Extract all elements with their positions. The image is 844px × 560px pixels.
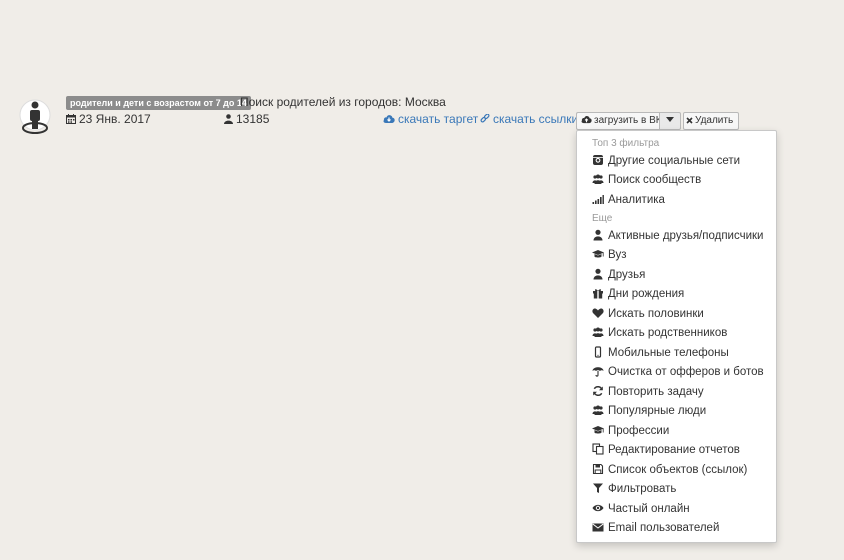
- menu-item-label: Email пользователей: [608, 522, 720, 534]
- umbrella-icon: [592, 365, 604, 377]
- upload-dropdown-menu: Топ 3 фильтра Другие социальные сети Пои…: [576, 130, 777, 543]
- task-count: 13185: [224, 112, 269, 127]
- dropdown-header-more: Еще: [592, 213, 613, 224]
- menu-item-label: Аналитика: [608, 194, 665, 206]
- filter-icon: [592, 482, 604, 494]
- menu-item-label: Очистка от офферов и ботов: [608, 366, 764, 378]
- menu-item-friends[interactable]: Друзья: [592, 266, 774, 285]
- users-icon: [592, 404, 604, 416]
- menu-item-label: Профессии: [608, 425, 670, 437]
- users-icon: [592, 326, 604, 338]
- heart-icon: [592, 307, 604, 319]
- menu-item-frequent-online[interactable]: Частый онлайн: [592, 500, 774, 519]
- task-date-value: 23 Янв. 2017: [79, 112, 151, 126]
- download-target-link[interactable]: скачать таргет: [383, 112, 478, 127]
- menu-item-university[interactable]: Вуз: [592, 246, 774, 265]
- menu-item-label: Вуз: [608, 249, 627, 261]
- floppy-disk-icon: [592, 463, 604, 475]
- instagram-icon: [592, 154, 604, 166]
- menu-item-filter[interactable]: Фильтровать: [592, 480, 774, 499]
- graduation-cap-icon: [592, 248, 604, 260]
- download-links-link[interactable]: скачать ссылки: [480, 112, 578, 127]
- menu-item-mobile-phones[interactable]: Мобильные телефоны: [592, 344, 774, 363]
- menu-item-repeat-task[interactable]: Повторить задачу: [592, 383, 774, 402]
- menu-item-label: Редактирование отчетов: [608, 444, 740, 456]
- upload-to-vk-button[interactable]: загрузить в ВК: [576, 112, 663, 130]
- menu-item-label: Искать родственников: [608, 327, 728, 339]
- graduation-cap-icon: [592, 424, 604, 436]
- menu-item-label: Активные друзья/подписчики: [608, 230, 764, 242]
- menu-item-other-social[interactable]: Другие социальные сети: [592, 152, 774, 171]
- delete-button[interactable]: Удалить: [683, 112, 739, 130]
- caret-down-icon: [666, 115, 674, 126]
- eye-icon: [592, 502, 604, 514]
- mobile-phone-icon: [592, 346, 604, 358]
- menu-item-professions[interactable]: Профессии: [592, 422, 774, 441]
- menu-item-analytics[interactable]: Аналитика: [592, 191, 774, 210]
- menu-item-label: Повторить задачу: [608, 386, 704, 398]
- segment-badge: родители и дети с возрастом от 7 до 14: [66, 96, 251, 110]
- menu-item-label: Дни рождения: [608, 288, 685, 300]
- menu-item-community-search[interactable]: Поиск сообществ: [592, 171, 774, 190]
- link-icon: [480, 113, 490, 127]
- menu-item-user-emails[interactable]: Email пользователей: [592, 519, 774, 538]
- menu-item-label: Частый онлайн: [608, 503, 690, 515]
- menu-item-birthdays[interactable]: Дни рождения: [592, 285, 774, 304]
- menu-item-label: Мобильные телефоны: [608, 347, 729, 359]
- gift-icon: [592, 287, 604, 299]
- download-target-label: скачать таргет: [398, 112, 479, 126]
- menu-item-popular-people[interactable]: Популярные люди: [592, 402, 774, 421]
- menu-item-label: Другие социальные сети: [608, 155, 741, 167]
- user-icon: [592, 229, 604, 241]
- menu-item-active-friends[interactable]: Активные друзья/подписчики: [592, 227, 774, 246]
- users-icon: [592, 173, 604, 185]
- signal-bars-icon: [592, 193, 604, 205]
- menu-item-label: Друзья: [608, 269, 646, 281]
- dropdown-header-top: Топ 3 фильтра: [592, 138, 660, 149]
- menu-item-edit-reports[interactable]: Редактирование отчетов: [592, 441, 774, 460]
- delete-label: Удалить: [695, 115, 734, 126]
- menu-item-label: Искать половинки: [608, 308, 704, 320]
- upload-dropdown-toggle[interactable]: [659, 112, 681, 130]
- menu-item-find-relatives[interactable]: Искать родственников: [592, 324, 774, 343]
- menu-item-cleanup-bots[interactable]: Очистка от офферов и ботов: [592, 363, 774, 382]
- calendar-icon: [66, 113, 76, 127]
- menu-item-label: Фильтровать: [608, 483, 677, 495]
- menu-item-label: Популярные люди: [608, 405, 707, 417]
- person-pin-icon: [19, 99, 51, 134]
- cloud-download-icon: [383, 113, 395, 127]
- envelope-icon: [592, 521, 604, 533]
- task-row: родители и дети с возрастом от 7 до 14 П…: [0, 0, 844, 140]
- user-icon: [592, 268, 604, 280]
- upload-to-vk-label: загрузить в ВК: [594, 115, 662, 126]
- task-title: Поиск родителей из городов: Москва: [240, 95, 446, 109]
- menu-item-object-list[interactable]: Список объектов (ссылок): [592, 461, 774, 480]
- menu-item-label: Список объектов (ссылок): [608, 464, 748, 476]
- user-icon: [224, 113, 233, 127]
- close-icon: [686, 114, 693, 130]
- task-date: 23 Янв. 2017: [66, 112, 151, 127]
- menu-item-label: Поиск сообществ: [608, 174, 702, 186]
- menu-item-find-partners[interactable]: Искать половинки: [592, 305, 774, 324]
- avatar: [19, 99, 51, 135]
- download-links-label: скачать ссылки: [493, 112, 579, 126]
- refresh-icon: [592, 385, 604, 397]
- cloud-upload-icon: [581, 114, 592, 130]
- task-count-value: 13185: [236, 112, 270, 126]
- copy-icon: [592, 443, 604, 455]
